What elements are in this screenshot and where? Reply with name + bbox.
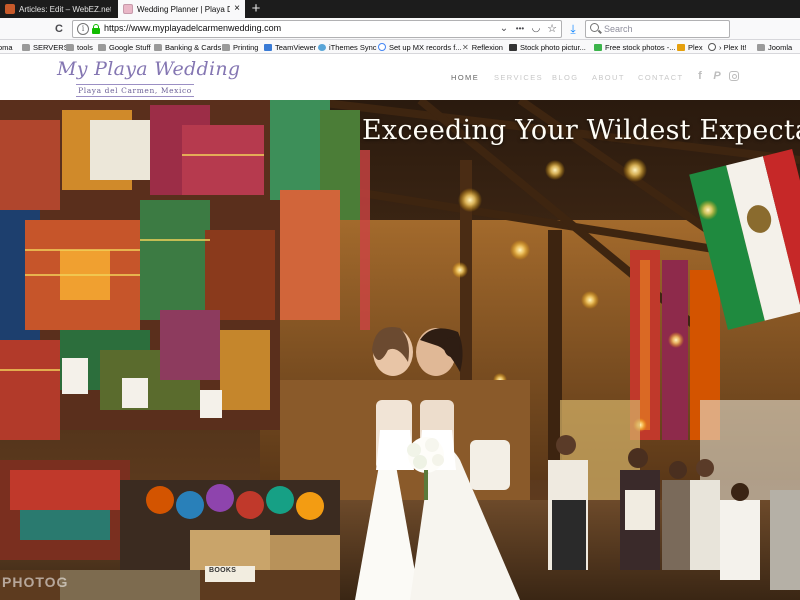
bookmark-stock-photo[interactable]: Stock photo pictur...	[509, 41, 586, 53]
folder-icon	[222, 43, 230, 51]
folder-icon	[154, 43, 162, 51]
search-input[interactable]	[604, 22, 724, 36]
bookmark-reflexion[interactable]: ✕ Reflexion	[462, 41, 503, 53]
tab-articles-edit[interactable]: Articles: Edit – WebEZ.net Adv	[0, 0, 116, 18]
new-tab-button[interactable]: +	[248, 0, 264, 18]
url-text[interactable]: https://www.myplayadelcarmenwedding.com	[104, 23, 281, 33]
bookmark-folder-banking[interactable]: Banking & Cards	[154, 41, 221, 53]
bookmark-folder-servers[interactable]: SERVERS	[22, 41, 69, 53]
hero-headline: Exceeding Your Wildest Expectat	[362, 115, 800, 146]
hero-photo	[0, 100, 800, 600]
instagram-icon[interactable]	[729, 71, 739, 81]
bookmark-label: iThemes Sync	[329, 42, 377, 52]
page-actions-icon[interactable]: •••	[513, 21, 527, 37]
joomla-favicon-icon	[5, 4, 15, 14]
bookmark-label: Reflexion	[471, 42, 503, 52]
nav-blog[interactable]: BLOG	[552, 73, 578, 82]
bookmark-label: Banking & Cards	[165, 42, 222, 52]
reflexion-icon: ✕	[462, 42, 469, 52]
bookmark-label: Set up MX records f...	[389, 42, 462, 52]
bookmark-plex[interactable]: Plex	[677, 41, 703, 53]
bookmark-label: Google Stuff	[109, 42, 151, 52]
tab-title: Articles: Edit – WebEZ.net Adv	[19, 4, 111, 14]
folder-icon	[22, 43, 30, 51]
site-header: My Playa Wedding Playa del Carmen, Mexic…	[0, 55, 800, 100]
secure-lock-icon[interactable]	[92, 24, 100, 34]
tab-wedding-planner[interactable]: Wedding Planner | Playa Del Ca ×	[118, 0, 245, 18]
bookmark-label: tools	[77, 42, 93, 52]
bookmark-label: SERVERS	[33, 42, 69, 52]
bookmark-folder-printing[interactable]: Printing	[222, 41, 258, 53]
hero-banner: Exceeding Your Wildest Expectat BOOKS PH…	[0, 100, 800, 600]
navigation-toolbar: C i https://www.myplayadelcarmenwedding.…	[0, 18, 800, 40]
bookmark-label: Stock photo pictur...	[520, 42, 586, 52]
bookmark-label: Joomla	[768, 42, 793, 52]
photographer-watermark: PHOTOG	[2, 574, 69, 590]
ithemes-icon	[318, 43, 326, 51]
plex-icon	[677, 43, 685, 51]
folder-icon	[66, 43, 74, 51]
free-stock-photos-icon	[594, 43, 602, 51]
bookmark-label: TeamViewer	[275, 42, 317, 52]
logo-subtitle: Playa del Carmen, Mexico	[76, 84, 194, 97]
reload-icon[interactable]: C	[51, 21, 67, 37]
nav-about[interactable]: ABOUT	[592, 73, 625, 82]
bookmark-teamviewer[interactable]: TeamViewer	[264, 41, 316, 53]
books-sign: BOOKS	[209, 567, 237, 574]
bookmarks-toolbar: oma SERVERS tools Google Stuff Banking &…	[0, 40, 800, 54]
bookmark-label: › Plex It!	[719, 42, 747, 52]
site-info-icon[interactable]: i	[77, 23, 89, 35]
globe-icon	[708, 43, 716, 51]
bookmark-star-icon[interactable]: ☆	[545, 21, 559, 37]
tab-title: Wedding Planner | Playa Del Ca	[137, 4, 231, 14]
nav-services[interactable]: SERVICES	[494, 73, 543, 82]
google-icon	[378, 43, 386, 51]
folder-icon	[98, 43, 106, 51]
bookmark-label: oma	[0, 42, 13, 52]
bookmark-label: Printing	[233, 42, 259, 52]
bookmark-plex-it[interactable]: › Plex It!	[708, 41, 747, 53]
download-icon[interactable]: ⤓	[566, 21, 580, 37]
folder-icon	[757, 43, 765, 51]
bookmark-label: Plex	[688, 42, 703, 52]
site-logo[interactable]: My Playa Wedding Playa del Carmen, Mexic…	[57, 58, 240, 98]
tab-strip: Articles: Edit – WebEZ.net Adv Wedding P…	[0, 0, 800, 18]
bookmark-free-stock-photos[interactable]: Free stock photos -...	[594, 41, 675, 53]
bookmark-folder-joomla[interactable]: Joomla	[757, 41, 792, 53]
search-icon	[590, 23, 602, 35]
bookmark-ithemes-sync[interactable]: iThemes Sync	[318, 41, 377, 53]
bookmark-folder-google-stuff[interactable]: Google Stuff	[98, 41, 151, 53]
bookmark-folder[interactable]: oma	[0, 41, 13, 53]
bookmark-mx-records[interactable]: Set up MX records f...	[378, 41, 462, 53]
nav-home[interactable]: HOME	[451, 73, 479, 82]
pocket-icon[interactable]: ◡	[529, 21, 543, 37]
search-box[interactable]	[585, 20, 730, 38]
url-dropdown-icon[interactable]: ⌄	[497, 21, 511, 37]
bookmark-label: Free stock photos -...	[605, 42, 676, 52]
logo-script-text: My Playa Wedding	[57, 58, 241, 80]
camera-icon	[509, 43, 517, 51]
nav-contact[interactable]: CONTACT	[638, 73, 684, 82]
teamviewer-icon	[264, 43, 272, 51]
site-favicon-icon	[123, 4, 133, 14]
pinterest-icon[interactable]: P	[711, 70, 723, 82]
facebook-icon[interactable]: f	[694, 70, 706, 82]
address-bar[interactable]: i https://www.myplayadelcarmenwedding.co…	[72, 20, 562, 38]
bookmark-folder-tools[interactable]: tools	[66, 41, 93, 53]
close-tab-icon[interactable]: ×	[234, 4, 240, 14]
